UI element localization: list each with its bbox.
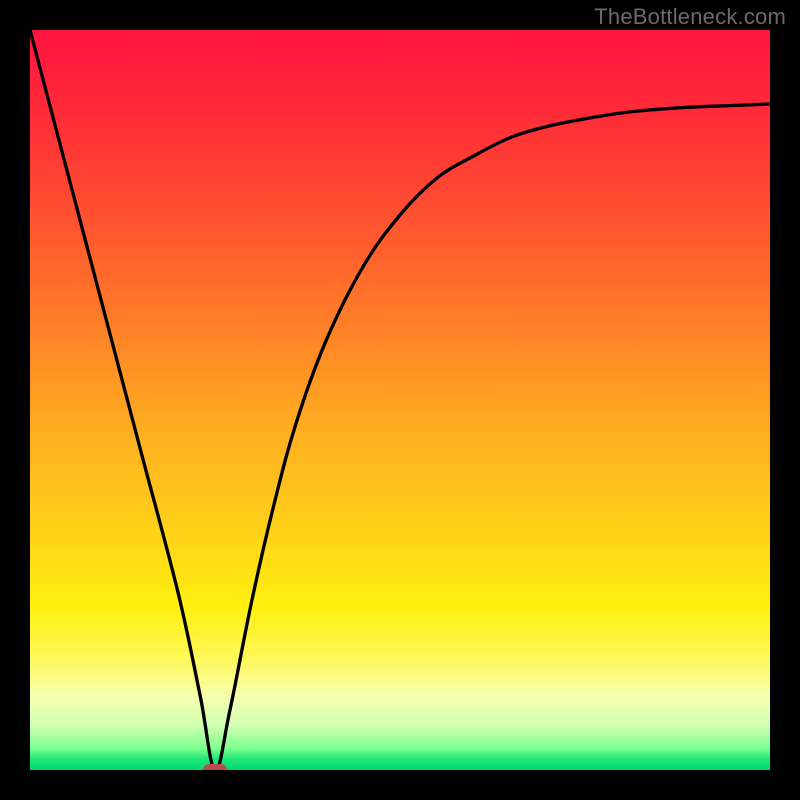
watermark-text: TheBottleneck.com [594, 4, 786, 30]
bottleneck-curve [30, 30, 770, 770]
chart-frame: TheBottleneck.com [0, 0, 800, 800]
plot-area [30, 30, 770, 770]
vertex-marker [203, 764, 227, 770]
curve-layer [30, 30, 770, 770]
